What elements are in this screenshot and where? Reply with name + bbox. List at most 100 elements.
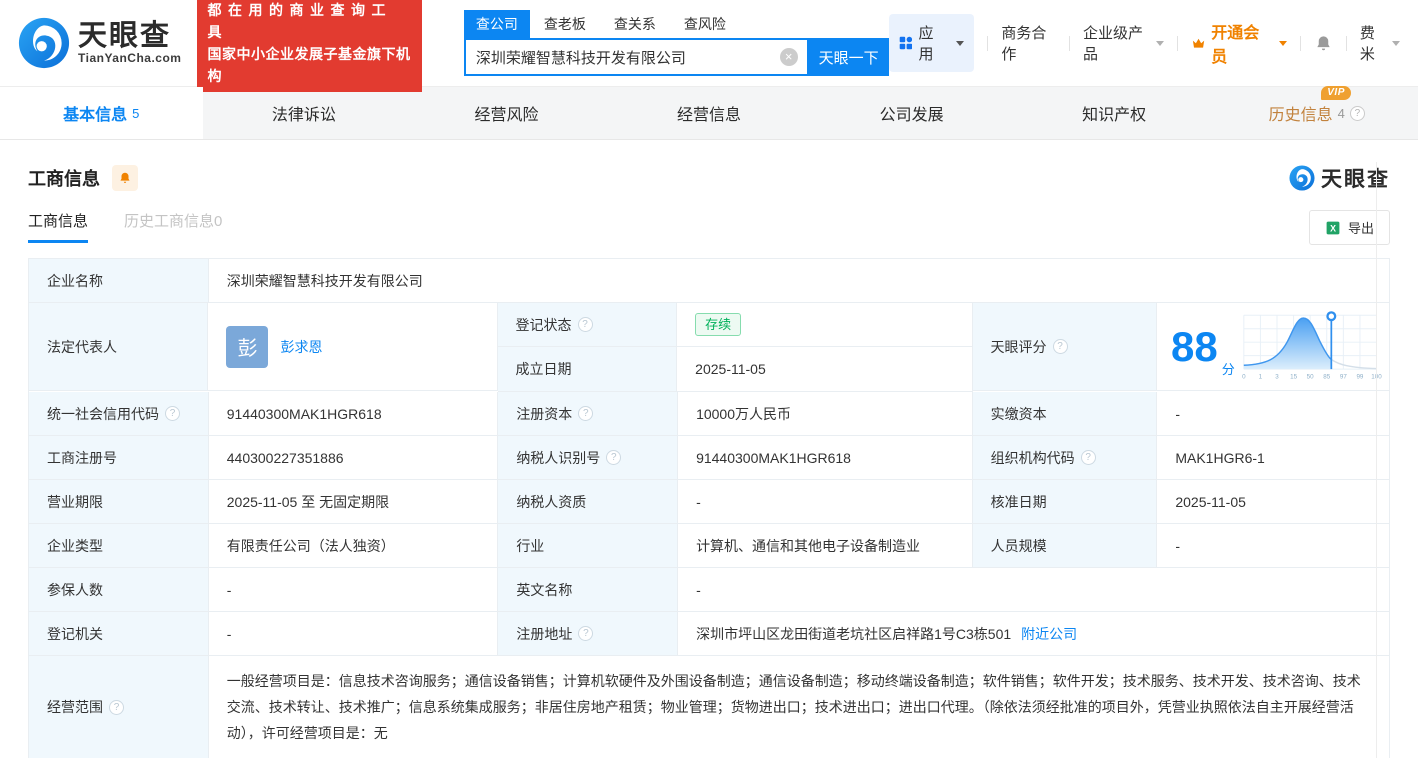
help-icon[interactable]: ? <box>1053 339 1068 354</box>
field-label: 组织机构代码 ? <box>973 436 1158 480</box>
tab-basic-info[interactable]: 基本信息 5 <box>0 87 203 139</box>
help-icon[interactable]: ? <box>165 406 180 421</box>
subtab-count: 0 <box>214 213 222 230</box>
legal-rep-avatar[interactable]: 彭 <box>226 326 268 368</box>
chevron-down-icon <box>1279 41 1287 46</box>
english-name-value: - <box>678 568 1389 612</box>
apps-grid-icon <box>899 35 913 51</box>
subtab-history-business-info[interactable]: 历史工商信息0 <box>124 210 222 231</box>
divider <box>1376 162 1377 758</box>
field-label: 英文名称 <box>498 568 678 612</box>
search-tab-company[interactable]: 查公司 <box>464 10 530 38</box>
field-label: 统一社会信用代码 ? <box>29 392 209 436</box>
company-type-value: 有限责任公司（法人独资） <box>209 524 499 568</box>
field-label-text: 纳税人识别号 <box>516 448 600 468</box>
business-cooperation-link[interactable]: 商务合作 <box>1001 22 1056 64</box>
divider <box>1300 36 1301 51</box>
tab-label: 经营风险 <box>474 101 538 125</box>
clear-search-icon[interactable]: × <box>780 48 798 66</box>
tab-company-development[interactable]: 公司发展 <box>810 87 1013 139</box>
help-icon[interactable]: ? <box>1350 106 1365 121</box>
table-row: 营业期限 2025-11-05 至 无固定期限 纳税人资质 - 核准日期 202… <box>29 480 1389 524</box>
field-label: 天眼评分 ? <box>973 303 1157 391</box>
search-button[interactable]: 天眼一下 <box>809 38 889 76</box>
enterprise-products-menu[interactable]: 企业级产品 <box>1083 22 1164 64</box>
header-right-nav: 应用 商务合作 企业级产品 开通会员 费米 <box>889 14 1400 72</box>
nested-cells: 登记状态 ? 存续 成立日期 2025-11-05 <box>498 303 973 392</box>
notification-bell-icon[interactable] <box>1314 34 1333 53</box>
help-icon[interactable]: ? <box>578 626 593 641</box>
score-marker-pin <box>1327 312 1335 320</box>
divider <box>987 36 988 51</box>
apps-menu-label: 应用 <box>918 22 944 64</box>
export-button[interactable]: X 导出 <box>1309 210 1390 245</box>
subtab-business-info[interactable]: 工商信息 <box>28 210 88 243</box>
tab-legal-litigation[interactable]: 法律诉讼 <box>203 87 406 139</box>
divider <box>1177 36 1178 51</box>
table-row: 法定代表人 彭 彭求恩 登记状态 ? 存续 成立日期 2025-11-0 <box>29 303 1389 392</box>
crown-icon <box>1191 35 1206 52</box>
tab-history-info[interactable]: VIP 历史信息 4 ? <box>1215 87 1418 139</box>
search-tab-risk[interactable]: 查风险 <box>670 10 740 38</box>
search-input[interactable] <box>466 49 807 66</box>
reg-status-cell: 存续 <box>677 303 971 346</box>
paid-capital-value: - <box>1157 392 1389 436</box>
vip-membership-menu[interactable]: 开通会员 <box>1191 19 1287 67</box>
help-icon[interactable]: ? <box>109 700 124 715</box>
field-label: 营业期限 <box>29 480 209 524</box>
field-label-text: 经营范围 <box>47 697 103 717</box>
brand-name: 天眼查 <box>78 21 181 51</box>
subscribe-bell-icon[interactable] <box>112 165 138 191</box>
field-label: 企业名称 <box>29 259 209 303</box>
business-term-value: 2025-11-05 至 无固定期限 <box>209 480 499 524</box>
table-row: 登记机关 - 注册地址 ? 深圳市坪山区龙田街道老坑社区启祥路1号C3栋501 … <box>29 612 1389 656</box>
table-row: 参保人数 - 英文名称 - <box>29 568 1389 612</box>
svg-text:3: 3 <box>1275 373 1279 380</box>
field-label: 企业类型 <box>29 524 209 568</box>
divider <box>1069 36 1070 51</box>
field-label: 纳税人识别号 ? <box>498 436 678 480</box>
tab-label: 历史信息 <box>1269 101 1333 125</box>
taxpayer-id-value: 91440300MAK1HGR618 <box>678 436 973 480</box>
company-name-value: 深圳荣耀智慧科技开发有限公司 <box>209 259 1389 303</box>
vip-membership-label: 开通会员 <box>1211 19 1268 67</box>
field-label-text: 注册地址 <box>516 624 572 644</box>
reg-capital-value: 10000万人民币 <box>678 392 973 436</box>
svg-text:0: 0 <box>1242 373 1246 380</box>
field-label: 行业 <box>498 524 678 568</box>
tianyancha-watermark-icon <box>1289 165 1315 191</box>
site-logo[interactable]: 天眼查 TianYanCha.com <box>18 17 181 69</box>
tab-operation-risk[interactable]: 经营风险 <box>405 87 608 139</box>
divider <box>1346 36 1347 51</box>
user-menu[interactable]: 费米 <box>1360 22 1400 64</box>
help-icon[interactable]: ? <box>1081 450 1096 465</box>
help-icon[interactable]: ? <box>578 317 593 332</box>
search-input-wrap: × <box>464 38 809 76</box>
search-tab-relation[interactable]: 查关系 <box>600 10 670 38</box>
table-row: 企业类型 有限责任公司（法人独资） 行业 计算机、通信和其他电子设备制造业 人员… <box>29 524 1389 568</box>
field-label: 登记机关 <box>29 612 209 656</box>
tab-label: 经营信息 <box>677 101 741 125</box>
taxpayer-quality-value: - <box>678 480 973 524</box>
establish-date-value: 2025-11-05 <box>677 347 971 391</box>
reg-authority-value: - <box>209 612 499 656</box>
field-label-text: 组织机构代码 <box>991 448 1075 468</box>
field-label: 核准日期 <box>973 480 1158 524</box>
svg-text:50: 50 <box>1306 373 1313 380</box>
main-tabbar: 基本信息 5 法律诉讼 经营风险 经营信息 公司发展 知识产权 VIP 历史信息… <box>0 87 1418 140</box>
chevron-down-icon <box>1156 41 1164 46</box>
search-tab-boss[interactable]: 查老板 <box>530 10 600 38</box>
help-icon[interactable]: ? <box>578 406 593 421</box>
field-label: 实缴资本 <box>973 392 1158 436</box>
apps-menu[interactable]: 应用 <box>889 14 975 72</box>
nearby-companies-link[interactable]: 附近公司 <box>1021 624 1077 644</box>
tab-operation-info[interactable]: 经营信息 <box>608 87 811 139</box>
reg-address-cell: 深圳市坪山区龙田街道老坑社区启祥路1号C3栋501 附近公司 <box>678 612 1389 656</box>
tab-count: 4 <box>1338 106 1345 121</box>
tab-intellectual-property[interactable]: 知识产权 <box>1013 87 1216 139</box>
status-badge: 存续 <box>695 313 741 336</box>
field-label-text: 统一社会信用代码 <box>47 404 159 424</box>
help-icon[interactable]: ? <box>606 450 621 465</box>
legal-rep-link[interactable]: 彭求恩 <box>280 337 322 357</box>
table-row: 经营范围 ? 一般经营项目是：信息技术咨询服务；通信设备销售；计算机软硬件及外围… <box>29 656 1389 758</box>
